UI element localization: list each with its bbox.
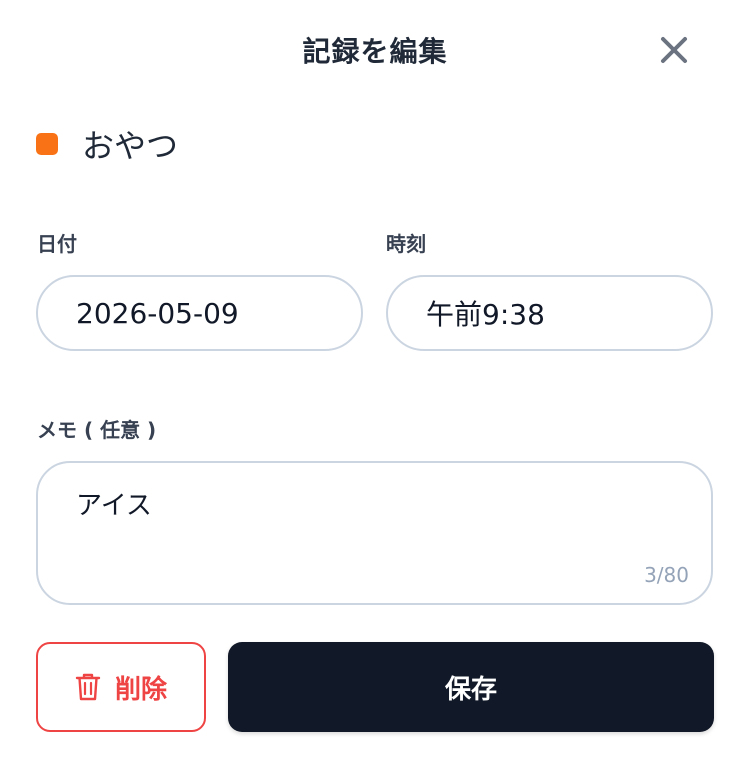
close-icon	[661, 37, 687, 63]
close-button[interactable]	[656, 32, 692, 68]
category-indicator: おやつ	[36, 122, 178, 166]
delete-button[interactable]: 削除	[36, 642, 206, 732]
memo-value: アイス	[76, 491, 152, 521]
category-label: おやつ	[82, 127, 179, 165]
time-value: 午前9:38	[426, 298, 545, 331]
header: 記録を編集	[0, 20, 750, 84]
memo-label: メモ ( 任意 )	[37, 418, 157, 442]
memo-textarea[interactable]: アイス 3/80	[36, 461, 713, 605]
memo-char-counter: 3/80	[644, 563, 689, 587]
category-color-dot	[36, 133, 58, 155]
date-value: 2026-05-09	[76, 296, 239, 330]
trash-icon	[75, 673, 101, 701]
date-input[interactable]: 2026-05-09	[36, 275, 363, 351]
edit-record-sheet: 記録を編集 おやつ 日付 時刻 2026-05-09 午前9:38 メモ ( 任…	[0, 0, 750, 777]
delete-label: 削除	[114, 674, 167, 705]
save-label: 保存	[444, 674, 497, 705]
page-title: 記録を編集	[302, 35, 448, 68]
save-button[interactable]: 保存	[228, 642, 714, 732]
time-input[interactable]: 午前9:38	[386, 275, 713, 351]
time-label: 時刻	[386, 232, 426, 256]
date-label: 日付	[37, 232, 77, 256]
